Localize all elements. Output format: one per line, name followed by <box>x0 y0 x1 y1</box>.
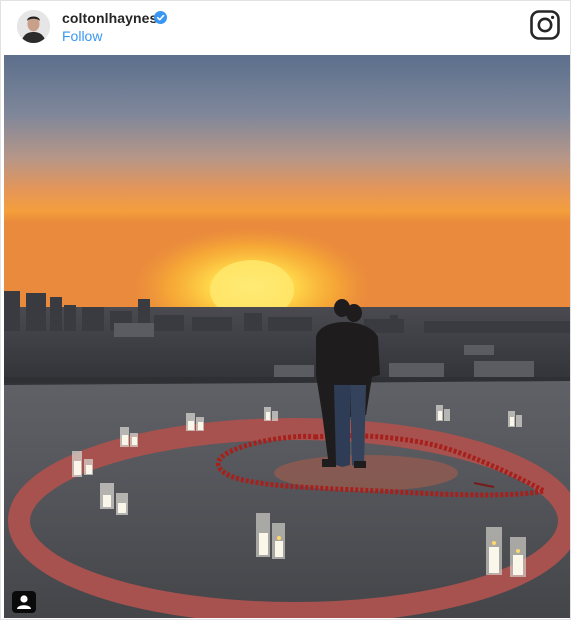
username[interactable]: coltonlhaynes <box>62 10 157 26</box>
avatar[interactable] <box>17 10 50 43</box>
post-header: coltonlhaynes Follow <box>1 1 570 55</box>
follow-button[interactable]: Follow <box>62 28 102 44</box>
verified-badge-icon <box>154 11 167 24</box>
instagram-embed: coltonlhaynes Follow <box>0 0 571 620</box>
instagram-logo-icon[interactable] <box>530 10 560 40</box>
post-photo[interactable] <box>4 55 570 618</box>
sunset-rooftop-photo <box>4 55 570 618</box>
user-tag-icon[interactable] <box>12 591 36 613</box>
